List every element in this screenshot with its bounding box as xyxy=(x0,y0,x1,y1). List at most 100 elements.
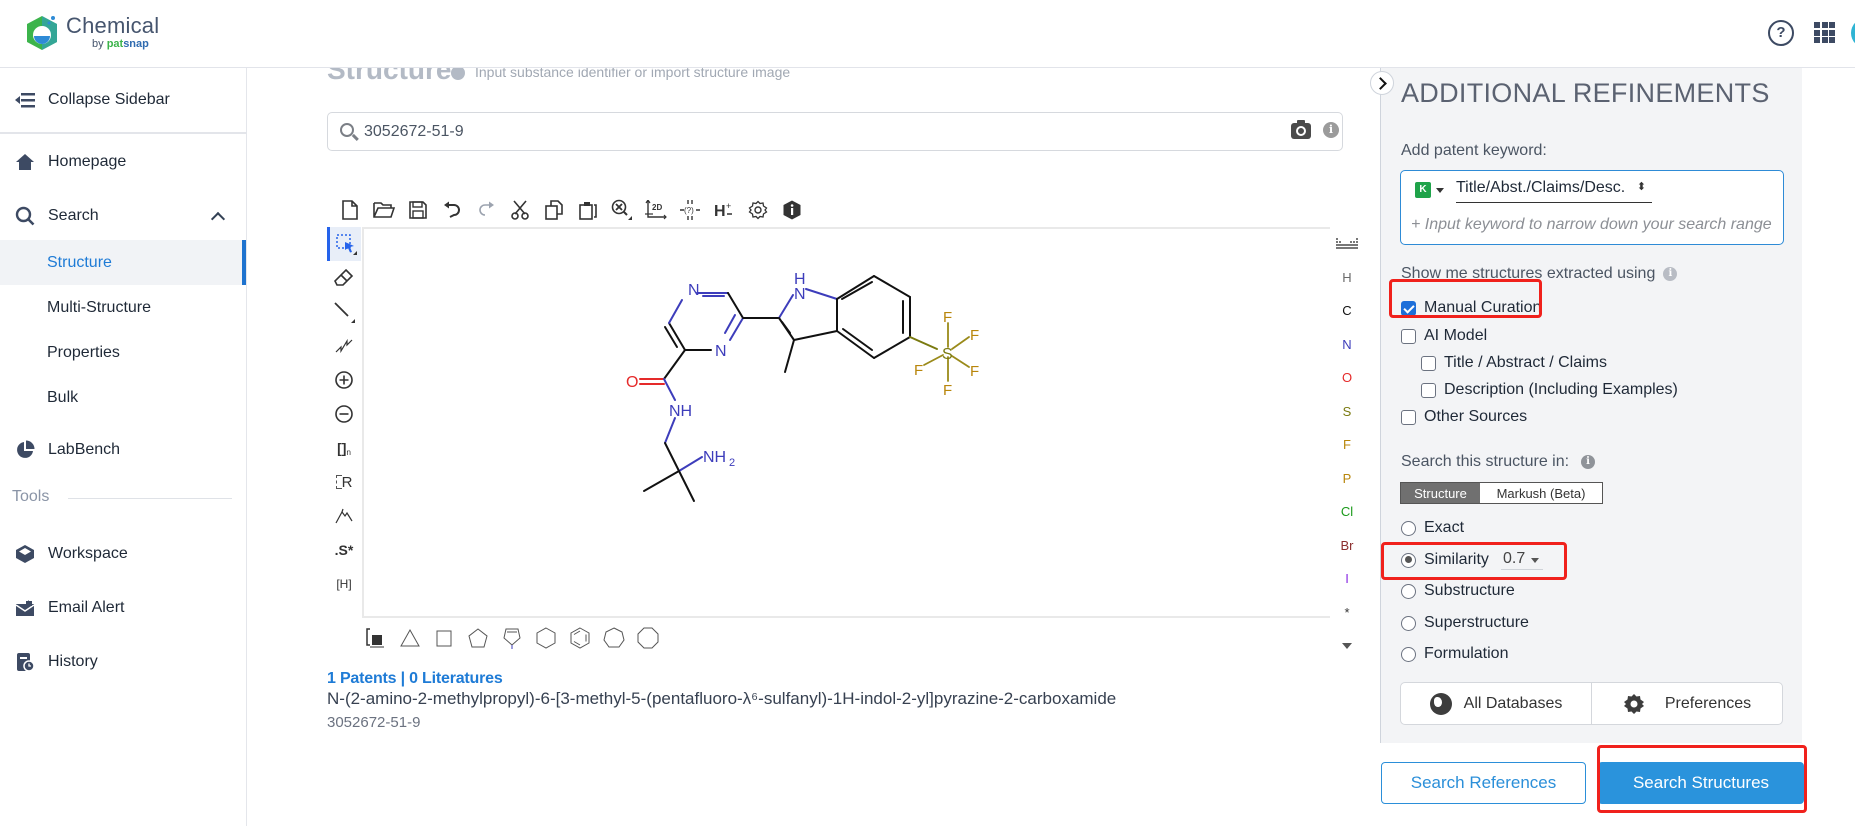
charge-minus-icon[interactable] xyxy=(327,397,361,431)
r-group-tool-icon[interactable]: R xyxy=(327,465,361,499)
periodic-table-icon[interactable] xyxy=(1333,227,1361,261)
reaction-arrow-tool-icon[interactable] xyxy=(327,499,361,533)
element-br[interactable]: Br xyxy=(1333,529,1361,563)
element-any[interactable]: * xyxy=(1333,596,1361,630)
open-folder-icon[interactable] xyxy=(367,196,401,224)
sidebar-subitem-multi-structure[interactable]: Multi-Structure xyxy=(0,285,246,330)
source-other[interactable]: Other Sources xyxy=(1401,408,1527,426)
radio[interactable] xyxy=(1401,520,1416,536)
charge-plus-icon[interactable] xyxy=(327,363,361,397)
preferences-button[interactable]: Preferences xyxy=(1592,683,1782,724)
search-references-button[interactable]: Search References xyxy=(1381,762,1586,804)
sidebar-item-history[interactable]: History xyxy=(0,640,247,684)
checkbox[interactable] xyxy=(1401,409,1416,425)
element-f[interactable]: F xyxy=(1333,428,1361,462)
eraser-tool-icon[interactable] xyxy=(327,261,361,295)
radio[interactable] xyxy=(1401,615,1416,631)
element-o[interactable]: O xyxy=(1333,361,1361,395)
radio[interactable] xyxy=(1401,583,1416,599)
tab-structure[interactable]: Structure xyxy=(1401,483,1480,503)
result-counts-link[interactable]: 1 Patents | 0 Literatures xyxy=(327,670,503,688)
search-type-exact[interactable]: Exact xyxy=(1401,519,1464,537)
element-n[interactable]: N xyxy=(1333,328,1361,362)
cyclopropane-template-icon[interactable] xyxy=(396,625,423,651)
checkbox[interactable] xyxy=(1421,382,1436,398)
element-h[interactable]: H xyxy=(1333,261,1361,295)
info-icon[interactable]: i xyxy=(1581,455,1596,469)
hydrogen-bracket-tool-icon[interactable]: [H] xyxy=(327,567,361,601)
search-type-formulation[interactable]: Formulation xyxy=(1401,645,1508,663)
source-manual-curation[interactable]: Manual Curation xyxy=(1401,299,1541,317)
search-type-superstructure[interactable]: Superstructure xyxy=(1401,614,1529,632)
help-icon[interactable]: ? xyxy=(1768,20,1794,46)
radio[interactable] xyxy=(1401,646,1416,662)
sidebar-subitem-bulk[interactable]: Bulk xyxy=(0,375,246,420)
save-icon[interactable] xyxy=(401,196,435,224)
check-structure-icon[interactable]: (?) xyxy=(673,196,707,224)
source-title-abstract-claims[interactable]: Title / Abstract / Claims xyxy=(1421,354,1607,372)
element-i[interactable]: I xyxy=(1333,562,1361,596)
template-picker-icon[interactable] xyxy=(362,625,389,651)
cyclopentane-template-icon[interactable] xyxy=(464,625,491,651)
collapse-panel-chevron-icon[interactable] xyxy=(1370,71,1394,95)
info-icon[interactable]: i xyxy=(1663,267,1678,281)
all-databases-button[interactable]: All Databases xyxy=(1401,683,1592,724)
keyword-type-icon[interactable]: K xyxy=(1415,182,1431,198)
element-cl[interactable]: Cl xyxy=(1333,495,1361,529)
radio-selected[interactable] xyxy=(1401,552,1416,568)
element-p[interactable]: P xyxy=(1333,462,1361,496)
explicit-hydrogens-icon[interactable]: H + xyxy=(707,196,741,224)
sidebar-subitem-properties[interactable]: Properties xyxy=(0,330,246,375)
sidebar-item-workspace[interactable]: Workspace xyxy=(0,532,247,576)
pyrrole-template-icon[interactable] xyxy=(498,625,525,651)
search-info-icon[interactable]: i xyxy=(1323,122,1339,138)
sidebar-item-labbench[interactable]: LabBench xyxy=(0,428,247,472)
chevron-up-icon[interactable] xyxy=(210,211,226,227)
sidebar-item-email-alert[interactable]: Email Alert xyxy=(0,586,247,630)
sidebar-item-search[interactable]: Search xyxy=(0,194,247,238)
substance-identifier-input[interactable] xyxy=(364,119,1284,145)
bond-tool-icon[interactable] xyxy=(327,295,361,329)
source-description[interactable]: Description (Including Examples) xyxy=(1421,381,1678,399)
element-s[interactable]: S xyxy=(1333,395,1361,429)
apps-grid-icon[interactable] xyxy=(1814,22,1835,43)
cyclohexane-template-icon[interactable] xyxy=(532,625,559,651)
tab-markush[interactable]: Markush (Beta) xyxy=(1480,483,1602,503)
cut-icon[interactable] xyxy=(503,196,537,224)
sidebar-subitem-structure[interactable]: Structure xyxy=(0,240,246,285)
checkbox[interactable] xyxy=(1421,355,1436,371)
user-avatar[interactable] xyxy=(1851,18,1855,48)
cycloheptane-template-icon[interactable] xyxy=(600,625,627,651)
benzene-template-icon[interactable] xyxy=(566,625,593,651)
cyclooctane-template-icon[interactable] xyxy=(634,625,661,651)
2d-layout-icon[interactable]: 2D xyxy=(639,196,673,224)
checkbox-checked[interactable] xyxy=(1401,300,1416,316)
camera-import-icon[interactable] xyxy=(1291,120,1311,139)
drawing-canvas[interactable]: N N O NH NH 2 N H S F F F F F xyxy=(362,227,1330,618)
new-file-icon[interactable] xyxy=(333,196,367,224)
copy-icon[interactable] xyxy=(537,196,571,224)
keyword-scope-select[interactable]: Title/Abst./Claims/Desc. ⬍ xyxy=(1456,179,1652,203)
sidebar-item-homepage[interactable]: Homepage xyxy=(0,140,247,184)
sgroup-tool-icon[interactable]: [] n xyxy=(327,431,361,465)
element-c[interactable]: C xyxy=(1333,294,1361,328)
undo-icon[interactable] xyxy=(435,196,469,224)
more-elements-caret-icon[interactable] xyxy=(1333,629,1361,663)
keyword-type-caret-icon[interactable] xyxy=(1436,188,1444,193)
search-type-substructure[interactable]: Substructure xyxy=(1401,582,1515,600)
stereo-label-tool-icon[interactable]: .S* xyxy=(327,533,361,567)
checkbox[interactable] xyxy=(1401,328,1416,344)
info-icon[interactable] xyxy=(451,68,465,80)
chain-tool-icon[interactable] xyxy=(327,329,361,363)
source-ai-model[interactable]: AI Model xyxy=(1401,327,1487,345)
keyword-input[interactable] xyxy=(1411,213,1779,237)
search-structures-button[interactable]: Search Structures xyxy=(1598,762,1804,804)
zoom-fit-icon[interactable] xyxy=(605,196,639,224)
paste-icon[interactable] xyxy=(571,196,605,224)
cyclobutane-template-icon[interactable] xyxy=(430,625,457,651)
collapse-sidebar-button[interactable]: Collapse Sidebar xyxy=(0,78,247,122)
select-tool-icon[interactable] xyxy=(327,227,361,261)
settings-gear-icon[interactable] xyxy=(741,196,775,224)
redo-icon[interactable] xyxy=(469,196,503,224)
search-type-similarity[interactable]: Similarity xyxy=(1401,551,1489,569)
